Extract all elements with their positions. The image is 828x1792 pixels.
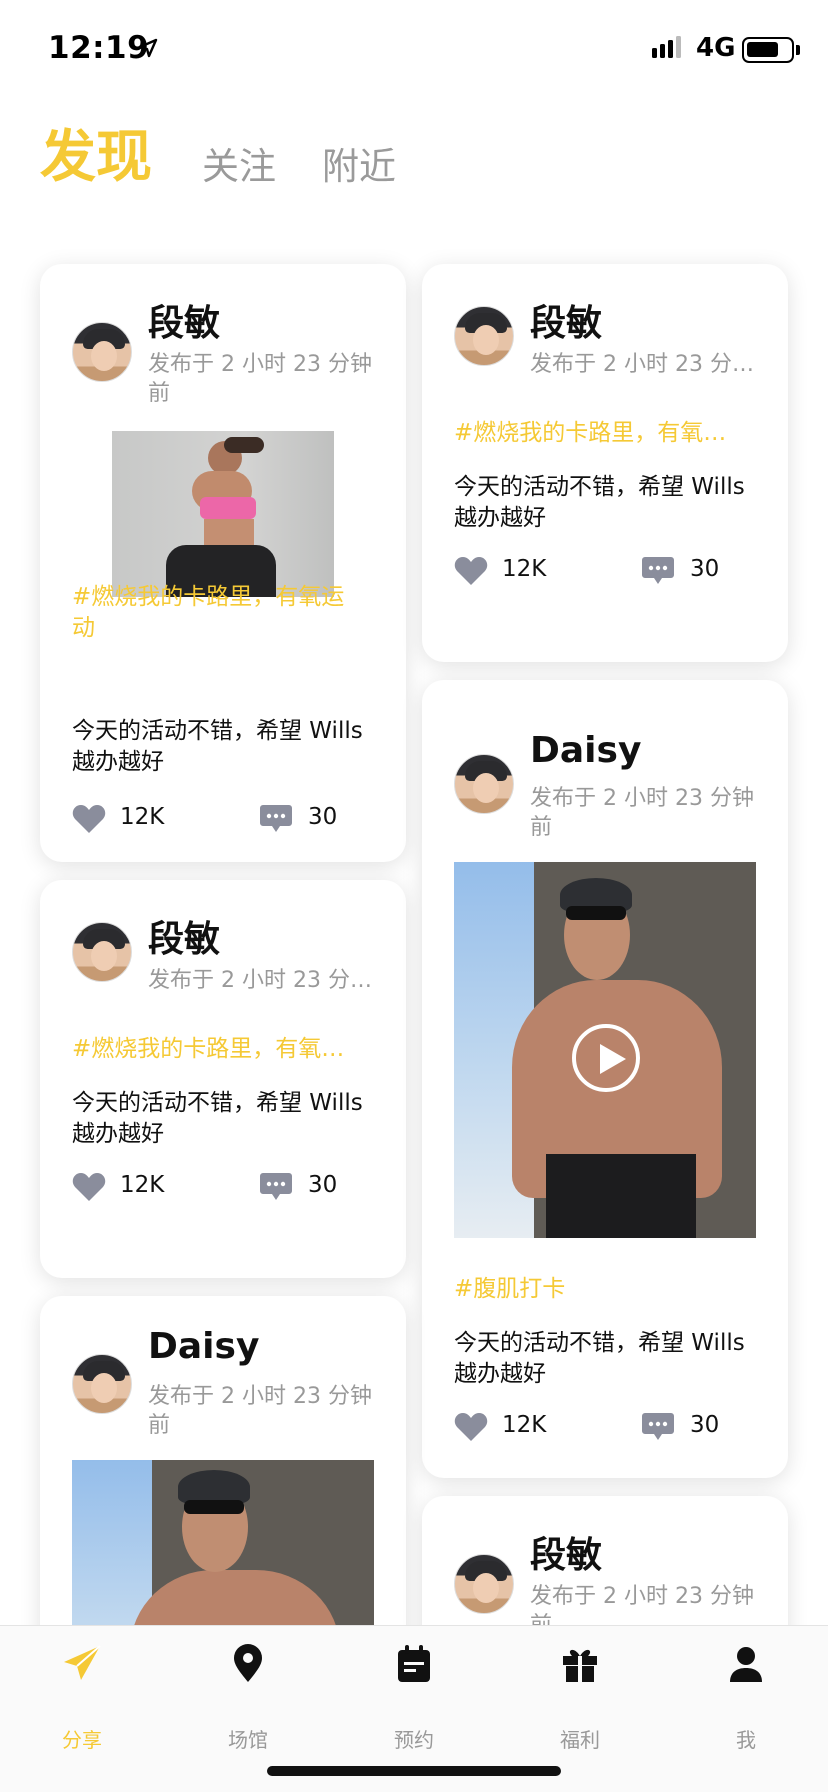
network-label: 4G [696,33,736,63]
like-count: 12K [120,804,165,830]
battery-cap [796,45,800,55]
user-icon [730,1647,762,1682]
battery-icon [742,37,794,63]
avatar[interactable] [72,1354,132,1414]
calendar-icon [398,1645,430,1682]
paper-plane-icon [64,1645,101,1680]
heart-icon[interactable] [454,1412,488,1442]
status-bar: 12:19 4G [0,0,828,100]
battery-level [747,42,778,57]
nav-label: 分享 [62,1728,102,1752]
like-count: 12K [502,556,547,582]
nav-label: 预约 [394,1728,434,1752]
location-arrow-icon [138,38,158,58]
post-video[interactable] [454,862,756,1238]
author-name[interactable]: 段敏 [530,1526,602,1578]
post-time: 发布于 2 小时 23 分钟前 [148,352,372,406]
avatar[interactable] [454,1554,514,1614]
post-card[interactable]: Daisy 发布于 2 小时 23 分钟前 #腹肌打卡 今天的活动不错，希望 W… [422,680,788,1478]
author-name[interactable]: Daisy [148,1326,259,1367]
play-icon[interactable] [572,1024,640,1092]
nav-share[interactable]: 分享 [32,1644,132,1752]
tab-nearby[interactable]: 附近 [322,136,396,190]
comment-count: 30 [690,556,720,582]
post-time: 发布于 2 小时 23 分钟前 [148,1384,372,1438]
nav-venues[interactable]: 场馆 [198,1644,298,1752]
nav-label: 福利 [560,1728,600,1752]
post-hashtag[interactable]: #腹肌打卡 [454,1274,744,1305]
like-count: 12K [120,1172,165,1198]
avatar[interactable] [454,754,514,814]
post-hashtag[interactable]: #燃烧我的卡路里，有氧运动 [454,418,734,449]
post-card[interactable]: 段敏 发布于 2 小时 23 分钟前 #燃烧我的卡路里，有氧运动 今天的活动不错… [40,880,406,1278]
post-text: 今天的活动不错，希望 Wills 越办越好 [72,1090,363,1147]
nav-label: 场馆 [228,1728,268,1752]
heart-icon[interactable] [72,1172,106,1202]
author-name[interactable]: 段敏 [148,910,220,962]
post-hashtag[interactable]: #燃烧我的卡路里，有氧运动 [72,1034,352,1065]
post-actions: 12K 30 [72,1170,372,1204]
tab-following[interactable]: 关注 [202,136,276,190]
map-pin-icon [234,1644,262,1682]
post-card[interactable]: 段敏 发布于 2 小时 23 分钟前 #燃烧我的卡路里，有氧运动 今天的活动不错… [422,264,788,662]
post-text: 今天的活动不错，希望 Wills 越办越好 [454,1330,745,1387]
comment-count: 30 [308,804,338,830]
author-name[interactable]: 段敏 [530,294,602,346]
nav-label: 我 [736,1728,756,1752]
gift-icon [563,1649,597,1682]
nav-me[interactable]: 我 [696,1644,796,1752]
comment-icon[interactable] [642,1412,674,1442]
post-actions: 12K 30 [72,802,372,836]
nav-welfare[interactable]: 福利 [530,1644,630,1752]
comment-icon[interactable] [260,1172,292,1202]
post-time: 发布于 2 小时 23 分钟前 [530,786,754,840]
post-text: 今天的活动不错，希望 Wills 越办越好 [72,718,363,775]
avatar[interactable] [72,322,132,382]
comment-icon[interactable] [260,804,292,834]
heart-icon[interactable] [454,556,488,586]
nav-booking[interactable]: 预约 [364,1644,464,1752]
comment-count: 30 [690,1412,720,1438]
status-time: 12:19 [48,30,150,66]
tab-discover[interactable]: 发现 [40,112,152,193]
avatar[interactable] [72,922,132,982]
avatar[interactable] [454,306,514,366]
home-indicator[interactable] [267,1766,561,1776]
post-time: 发布于 2 小时 23 分钟前 [148,968,376,993]
comment-count: 30 [308,1172,338,1198]
post-hashtag[interactable]: #燃烧我的卡路里，有氧运动 [72,582,362,644]
post-card[interactable]: 段敏 发布于 2 小时 23 分钟前 #燃烧我的卡路里，有氧运动 今天的活动不错… [40,264,406,862]
comment-icon[interactable] [642,556,674,586]
post-text: 今天的活动不错，希望 Wills 越办越好 [454,474,745,531]
heart-icon[interactable] [72,804,106,834]
post-time: 发布于 2 小时 23 分钟前 [530,352,758,377]
post-actions: 12K 30 [454,1410,754,1444]
post-image[interactable] [112,431,334,597]
post-actions: 12K 30 [454,554,754,588]
author-name[interactable]: 段敏 [148,294,220,346]
cellular-signal-icon [652,36,681,58]
author-name[interactable]: Daisy [530,730,641,771]
like-count: 12K [502,1412,547,1438]
